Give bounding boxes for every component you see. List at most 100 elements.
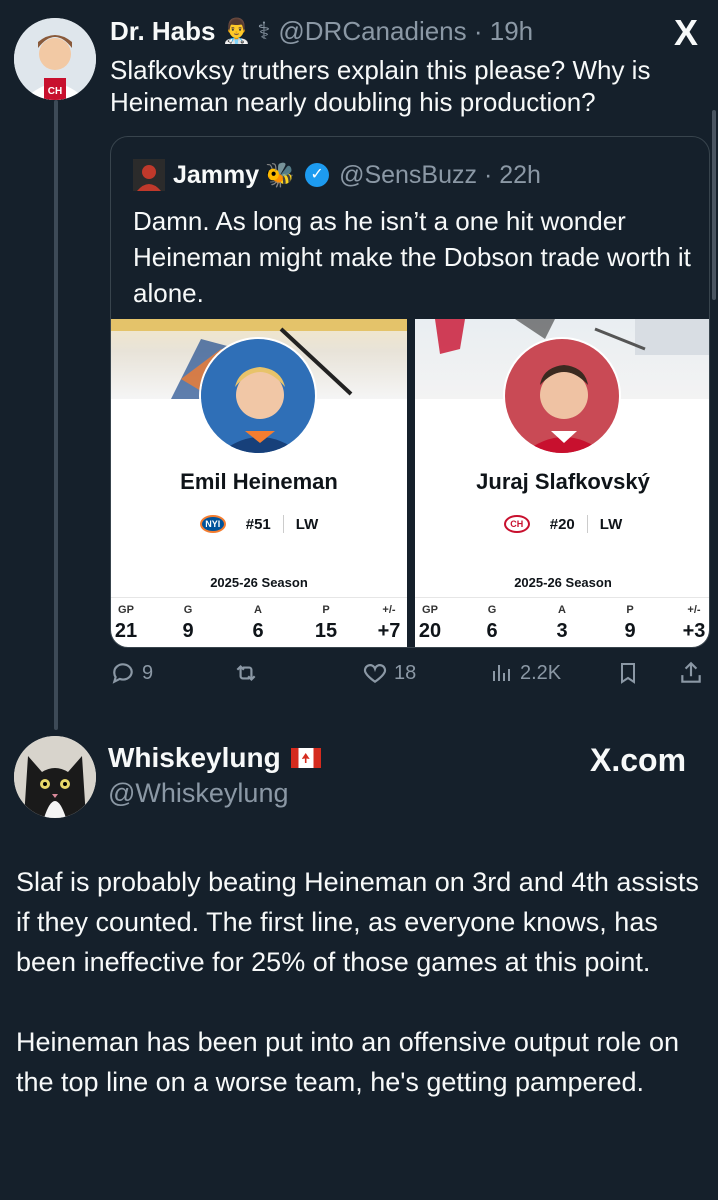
stat-label: GP — [118, 604, 134, 616]
stat-plus-minus: +/- +3 — [677, 601, 709, 643]
tweet-text: Slafkovksy truthers explain this please?… — [110, 55, 651, 117]
player-card-heineman[interactable]: Emil Heineman NYI #51 LW 2025-26 Season … — [111, 319, 407, 647]
player-meta: CH #20 LW — [415, 515, 709, 533]
stat-gp: GP 20 — [415, 601, 445, 643]
like-button[interactable]: 18 — [362, 660, 416, 686]
stat-label: GP — [422, 604, 438, 616]
player-position: LW — [599, 515, 623, 533]
view-count: 2.2K — [520, 661, 562, 684]
bee-emoji-icon: 🐝 — [265, 161, 296, 189]
close-icon[interactable]: X — [674, 12, 698, 54]
season-label: 2025-26 Season — [514, 575, 612, 590]
player-position: LW — [295, 515, 319, 533]
stat-value: 20 — [418, 620, 442, 642]
avatar-image-icon: CH — [14, 18, 96, 100]
divider — [282, 515, 284, 533]
bookmark-icon — [621, 663, 635, 684]
divider — [111, 597, 407, 598]
quote-handle-timestamp: @SensBuzz · 22h — [339, 160, 541, 189]
stat-label: P — [626, 604, 634, 616]
stat-label: G — [183, 604, 193, 616]
reply-button[interactable]: 9 — [110, 660, 153, 686]
stat-g: G 9 — [173, 601, 203, 643]
bookmark-button[interactable] — [616, 660, 640, 686]
quoted-tweet[interactable]: Jammy 🐝 ✓ @SensBuzz · 22h Damn. As long … — [110, 136, 710, 648]
stat-value: 21 — [114, 620, 138, 642]
stat-label: A — [558, 604, 566, 616]
player-card-slafkovsky[interactable]: Juraj Slafkovský CH #20 LW 2025-26 Seaso… — [415, 319, 709, 647]
stat-value: 9 — [624, 620, 636, 642]
cat-avatar-icon — [14, 736, 96, 818]
x-logo-watermark: X.com — [590, 742, 687, 778]
quote-text: Damn. As long as he isn’t a one hit wond… — [133, 206, 691, 308]
avatar[interactable] — [14, 736, 96, 818]
stat-a: A 3 — [547, 601, 577, 643]
svg-text:CH: CH — [48, 86, 62, 97]
tweet-header: Dr. Habs 👨‍⚕️ ⚕ @DRCanadiens · 19h — [110, 16, 533, 47]
stat-label: +/- — [382, 604, 396, 616]
player-headshot-icon — [201, 339, 315, 453]
medical-symbol-icon: ⚕ — [257, 18, 271, 45]
avatar-image-icon — [133, 159, 165, 191]
stat-value: 15 — [314, 620, 338, 642]
display-name-text: Whiskeylung — [108, 742, 281, 773]
player-headshot-icon — [505, 339, 619, 453]
stat-label: G — [487, 604, 497, 616]
tweet-paragraph: Slaf is probably beating Heineman on 3rd… — [16, 867, 699, 977]
divider — [586, 515, 588, 533]
season-label: 2025-26 Season — [210, 575, 308, 590]
stat-value: 3 — [556, 620, 568, 642]
reply-icon — [112, 663, 133, 684]
stat-value: 9 — [182, 620, 194, 642]
handle-timestamp[interactable]: @DRCanadiens · 19h — [278, 16, 533, 47]
verified-badge-icon: ✓ — [305, 163, 330, 187]
player-photo — [503, 337, 621, 455]
like-count: 18 — [394, 661, 417, 684]
heart-icon — [363, 664, 387, 683]
stat-p: P 9 — [615, 601, 645, 643]
stats-row: GP 21 G 9 A 6 P 15 +/- +7 — [111, 601, 407, 647]
stat-g: G 6 — [477, 601, 507, 643]
doctor-emoji-icon: 👨‍⚕️ — [221, 18, 252, 45]
player-number: #20 — [549, 515, 575, 533]
player-number: #51 — [245, 515, 271, 533]
stat-gp: GP 21 — [111, 601, 141, 643]
stat-value: +7 — [377, 620, 401, 642]
reply-count: 9 — [142, 661, 154, 684]
stat-plus-minus: +/- +7 — [371, 601, 407, 643]
avatar[interactable]: CH — [14, 18, 96, 100]
quote-display-name[interactable]: Jammy — [173, 161, 259, 190]
canada-flag-icon — [290, 748, 321, 768]
stats-row: GP 20 G 6 A 3 P 9 +/- +3 — [415, 601, 709, 647]
display-name[interactable]: Dr. Habs — [110, 16, 216, 47]
display-name[interactable]: Whiskeylung — [108, 742, 321, 774]
share-button[interactable] — [678, 660, 704, 686]
player-name: Juraj Slafkovský — [476, 469, 650, 494]
quote-avatar — [133, 159, 165, 191]
repost-icon — [236, 664, 256, 682]
player-photo — [199, 337, 317, 455]
stat-label: +/- — [687, 604, 701, 616]
tweet-paragraph: Heineman has been put into an offensive … — [16, 1027, 679, 1097]
tweet-body: Slaf is probably beating Heineman on 3rd… — [16, 862, 706, 1102]
player-meta: NYI #51 LW — [111, 515, 407, 533]
stat-label: A — [254, 604, 262, 616]
views-button[interactable]: 2.2K — [490, 660, 561, 686]
player-name: Emil Heineman — [180, 469, 338, 494]
repost-button[interactable] — [232, 660, 260, 686]
stat-label: P — [322, 604, 330, 616]
divider — [415, 597, 709, 598]
thread-connector-line — [54, 100, 58, 730]
scrollbar-thumb[interactable] — [712, 110, 716, 300]
canadiens-logo-icon: CH — [503, 515, 530, 533]
quote-header: Jammy 🐝 ✓ @SensBuzz · 22h — [133, 159, 541, 191]
handle[interactable]: @Whiskeylung — [108, 778, 288, 809]
stat-value: 6 — [486, 620, 498, 642]
stat-a: A 6 — [243, 601, 273, 643]
stat-value: 6 — [252, 620, 264, 642]
share-icon — [681, 661, 701, 683]
action-bar: 9 18 2.2K — [110, 660, 710, 700]
islanders-logo-icon: NYI — [199, 515, 226, 533]
stat-value: +3 — [682, 620, 706, 642]
stat-p: P 15 — [311, 601, 341, 643]
